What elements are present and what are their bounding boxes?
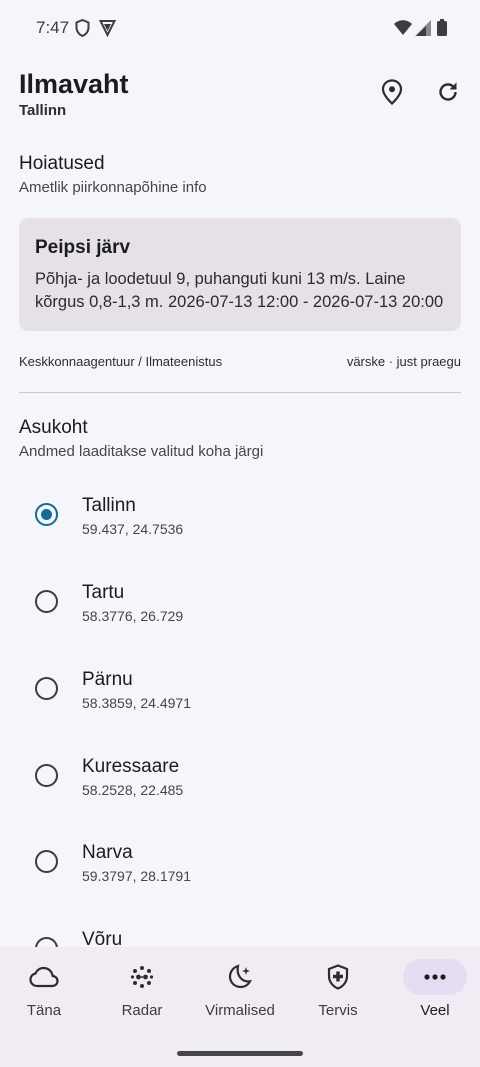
location-name: Tallinn bbox=[82, 495, 136, 516]
location-option-tartu[interactable]: Tartu 58.3776, 26.729 bbox=[0, 559, 480, 646]
warning-text-line2: kõrgus 0,8-1,3 m. 2026-07-13 12:00 - 202… bbox=[35, 293, 444, 311]
nav-label: Veel bbox=[420, 1002, 450, 1019]
radio-button[interactable] bbox=[35, 503, 58, 526]
refresh-button[interactable] bbox=[432, 78, 464, 110]
location-coords: 58.3776, 26.729 bbox=[82, 608, 184, 624]
bottom-navigation: Täna Radar Virmalised Tervis Veel bbox=[0, 947, 480, 1067]
location-option-kuressaare[interactable]: Kuressaare 58.2528, 22.485 bbox=[0, 733, 480, 820]
location-pin-icon bbox=[381, 78, 403, 110]
warning-text-line1: Põhja- ja loodetuul 9, puhanguti kuni 13… bbox=[35, 270, 406, 288]
warning-freshness: värske · just praegu bbox=[346, 354, 461, 369]
divider bbox=[19, 392, 461, 393]
nav-tab-virmalised[interactable]: Virmalised bbox=[192, 947, 288, 1037]
nav-label: Tervis bbox=[318, 1002, 358, 1019]
radio-button[interactable] bbox=[35, 677, 58, 700]
warning-source: Keskkonnaagentuur / Ilmateenistus bbox=[19, 354, 223, 369]
location-name: Võru bbox=[82, 929, 123, 948]
location-coords: 59.3797, 28.1791 bbox=[82, 868, 191, 884]
shield-icon bbox=[75, 18, 90, 42]
status-bar: 7:47 bbox=[0, 0, 480, 56]
status-time: 7:47 bbox=[36, 18, 70, 37]
signal-icon bbox=[415, 20, 431, 41]
location-option-narva[interactable]: Narva 59.3797, 28.1791 bbox=[0, 819, 480, 906]
warning-card: Peipsi järv Põhja- ja loodetuul 9, puhan… bbox=[19, 218, 461, 331]
vpn-icon bbox=[98, 19, 117, 42]
nav-tab-veel[interactable]: Veel bbox=[387, 947, 480, 1037]
radio-button[interactable] bbox=[35, 850, 58, 873]
refresh-icon bbox=[436, 80, 460, 109]
health-shield-icon bbox=[306, 959, 370, 995]
radar-icon bbox=[110, 959, 174, 995]
location-option-parnu[interactable]: Pärnu 58.3859, 24.4971 bbox=[0, 646, 480, 733]
moon-stars-icon bbox=[208, 959, 272, 995]
more-icon bbox=[403, 959, 467, 995]
location-coords: 58.3859, 24.4971 bbox=[82, 695, 191, 711]
warnings-subtitle: Ametlik piirkonnapõhine info bbox=[19, 179, 207, 196]
location-button[interactable] bbox=[376, 78, 408, 110]
app-title: Ilmavaht bbox=[19, 69, 129, 99]
radio-button[interactable] bbox=[35, 590, 58, 613]
location-name: Narva bbox=[82, 842, 133, 863]
location-subtitle: Andmed laaditakse valitud koha järgi bbox=[19, 443, 264, 460]
warnings-title: Hoiatused bbox=[19, 153, 105, 174]
location-title: Asukoht bbox=[19, 417, 88, 438]
location-option-voru[interactable]: Võru bbox=[0, 906, 480, 948]
location-list: Tallinn 59.437, 24.7536 Tartu 58.3776, 2… bbox=[0, 472, 480, 948]
warning-title: Peipsi järv bbox=[35, 237, 131, 258]
cloud-icon bbox=[12, 959, 76, 995]
battery-icon bbox=[437, 19, 447, 41]
location-name: Kuressaare bbox=[82, 756, 180, 777]
nav-label: Radar bbox=[121, 1002, 163, 1019]
nav-tab-radar[interactable]: Radar bbox=[94, 947, 190, 1037]
app-subtitle: Tallinn bbox=[19, 102, 67, 119]
location-name: Tartu bbox=[82, 582, 125, 603]
nav-tab-tervis[interactable]: Tervis bbox=[290, 947, 386, 1037]
radio-button[interactable] bbox=[35, 764, 58, 787]
location-option-tallinn[interactable]: Tallinn 59.437, 24.7536 bbox=[0, 472, 480, 559]
location-name: Pärnu bbox=[82, 669, 133, 690]
location-coords: 59.437, 24.7536 bbox=[82, 521, 184, 537]
nav-label: Täna bbox=[26, 1002, 62, 1019]
location-coords: 58.2528, 22.485 bbox=[82, 782, 184, 798]
wifi-icon bbox=[394, 20, 412, 41]
gesture-bar[interactable] bbox=[177, 1051, 303, 1056]
nav-label: Virmalised bbox=[205, 1002, 275, 1019]
nav-tab-tana[interactable]: Täna bbox=[0, 947, 92, 1037]
